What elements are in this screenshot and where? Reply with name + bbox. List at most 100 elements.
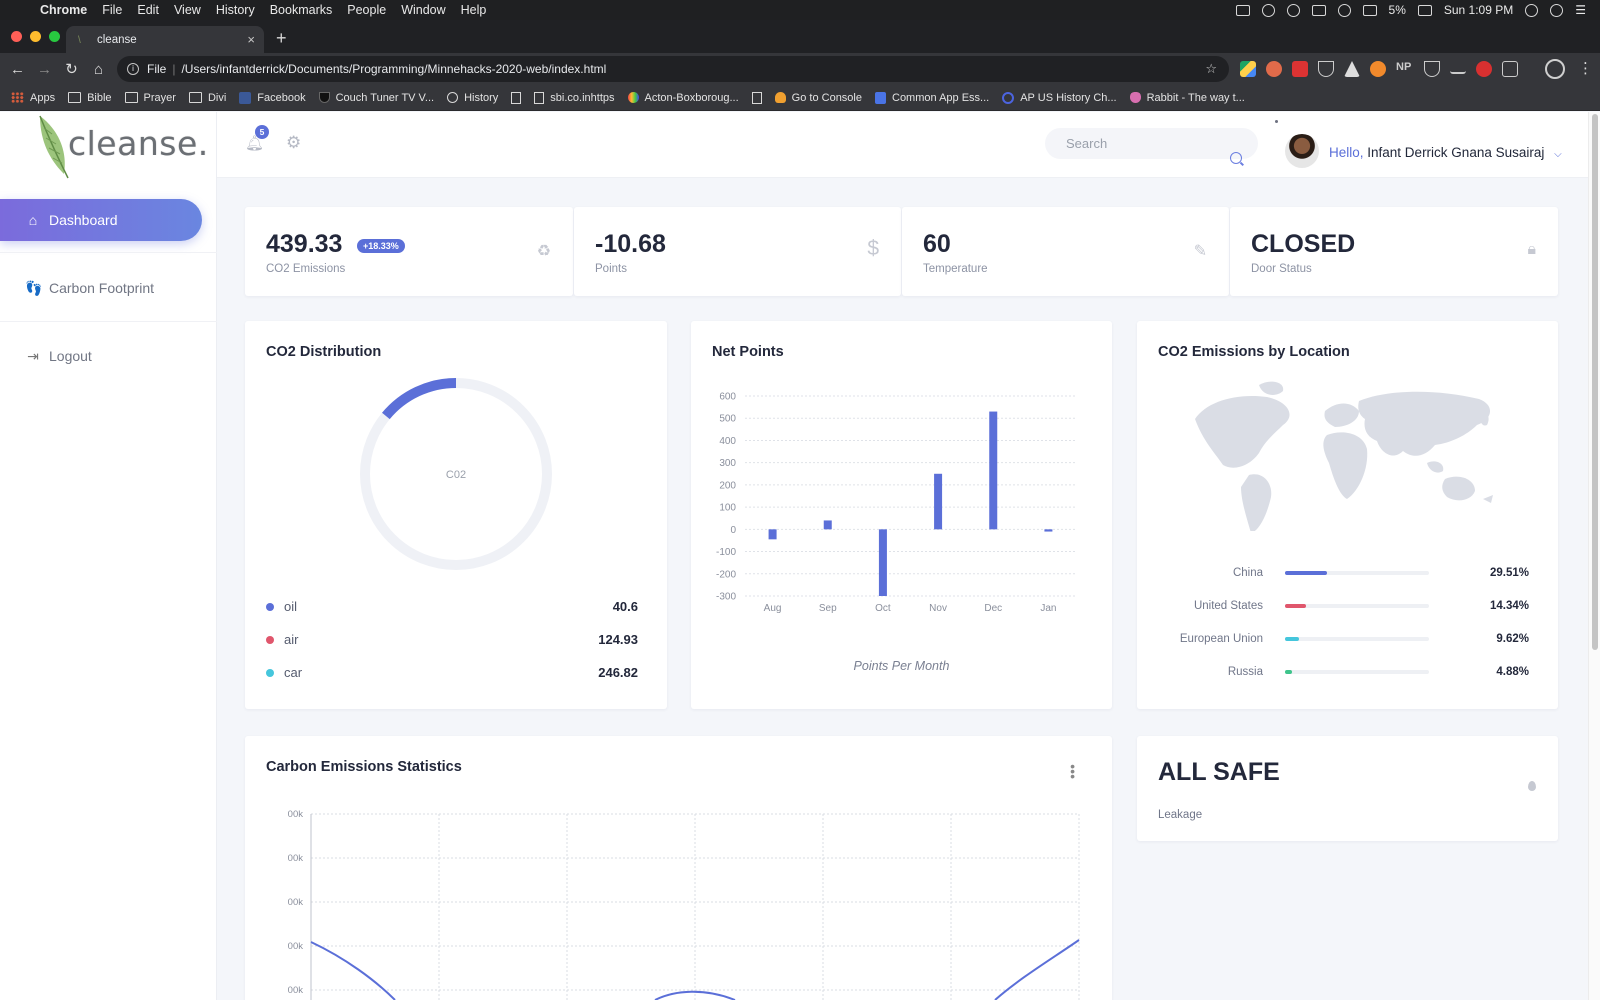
sidebar-item-dashboard[interactable]: ⌂ Dashboard: [0, 199, 202, 241]
close-window-button[interactable]: [11, 31, 22, 42]
rainbow-icon: [627, 92, 639, 103]
status-icon[interactable]: [1286, 3, 1300, 17]
stat-value: -10.68: [595, 230, 666, 258]
x-tick-label: Jan: [1040, 603, 1056, 614]
bookmark-label: Prayer: [143, 91, 176, 104]
bookmark-star-icon[interactable]: ☆: [1205, 61, 1217, 77]
back-button[interactable]: ←: [4, 61, 31, 78]
profile-avatar-icon[interactable]: [1545, 59, 1565, 79]
bookmark-item[interactable]: sbi.co.inhttps: [534, 91, 615, 104]
extension-icon[interactable]: [1450, 64, 1466, 74]
np-extension-icon[interactable]: NP: [1396, 61, 1414, 77]
adblock-extension-icon[interactable]: [1476, 61, 1492, 77]
close-tab-icon[interactable]: ×: [247, 32, 255, 47]
sidebar-item-label: Carbon Footprint: [49, 280, 155, 296]
y-tick-label: 100: [719, 503, 736, 514]
siri-icon[interactable]: [1550, 3, 1564, 17]
battery-percent[interactable]: 5%: [1389, 3, 1406, 17]
volume-icon[interactable]: [1362, 4, 1377, 16]
bookmark-label: Bible: [87, 91, 112, 104]
search-icon[interactable]: [1230, 152, 1242, 164]
notification-center-icon[interactable]: ☰: [1575, 3, 1586, 17]
search-input[interactable]: [1045, 128, 1258, 159]
address-bar[interactable]: i File | /Users/infantderrick/Documents/…: [117, 56, 1229, 82]
reload-button[interactable]: ↻: [58, 60, 85, 78]
shield-extension-icon[interactable]: [1318, 61, 1334, 77]
location-row-china: China 29.51%: [1137, 567, 1550, 579]
donut-arc[interactable]: [382, 378, 457, 420]
avatar[interactable]: [1285, 134, 1319, 168]
extension-icon[interactable]: [1266, 61, 1282, 77]
bookmark-item[interactable]: Acton-Boxboroug...: [627, 92, 739, 104]
legend-dot: [266, 635, 274, 644]
menu-bookmarks[interactable]: Bookmarks: [270, 3, 333, 17]
bookmark-item[interactable]: Rabbit - The way t...: [1129, 92, 1245, 104]
extension-icon[interactable]: [1502, 61, 1518, 77]
menu-app-name[interactable]: Chrome: [40, 3, 87, 17]
bookmark-item[interactable]: Divi: [188, 91, 227, 104]
browser-tab[interactable]: \ cleanse ×: [66, 26, 264, 53]
site-info-icon[interactable]: i: [127, 63, 139, 75]
user-menu[interactable]: Hello, Infant Derrick Gnana Susairaj ⌵: [1329, 145, 1562, 160]
logo[interactable]: cleanse.: [34, 114, 208, 182]
spotlight-icon[interactable]: [1525, 3, 1539, 17]
url-text[interactable]: /Users/infantderrick/Documents/Programmi…: [181, 62, 606, 76]
menu-edit[interactable]: Edit: [137, 3, 159, 17]
bookmark-item[interactable]: Common App Ess...: [875, 91, 989, 104]
zoom-window-button[interactable]: [49, 31, 60, 42]
drive-extension-icon[interactable]: [1240, 61, 1256, 77]
extension-icon[interactable]: [1344, 61, 1360, 77]
bookmark-item[interactable]: Bible: [68, 91, 112, 104]
bar: [1044, 529, 1053, 532]
bookmark-item[interactable]: Facebook: [239, 91, 306, 104]
progress-bar: [1285, 604, 1429, 608]
airplay-icon[interactable]: [1311, 4, 1326, 16]
forward-button[interactable]: →: [31, 61, 58, 78]
bookmark-label: Divi: [207, 91, 227, 104]
notification-badge: 5: [255, 125, 269, 139]
stat-label: Points: [595, 263, 627, 275]
bookmark-item[interactable]: Apps: [11, 92, 55, 104]
progress-bar: [1285, 571, 1429, 575]
logout-icon: ⇥: [27, 348, 39, 364]
sidebar-item-carbon-footprint[interactable]: 👣 Carbon Footprint: [0, 278, 154, 298]
leaf-favicon-icon: \: [78, 34, 81, 46]
clock[interactable]: Sun 1:09 PM: [1444, 3, 1513, 17]
battery-icon[interactable]: [1417, 4, 1432, 16]
menu-history[interactable]: History: [216, 3, 255, 17]
home-button[interactable]: ⌂: [85, 61, 112, 78]
menu-view[interactable]: View: [174, 3, 201, 17]
bookmark-item[interactable]: [751, 91, 762, 104]
menu-window[interactable]: Window: [401, 3, 445, 17]
stat-card-temperature: 60 Temperature ✎: [902, 207, 1229, 296]
extension-icon[interactable]: [1292, 61, 1308, 77]
shield-extension-icon[interactable]: [1424, 61, 1440, 77]
bookmark-item[interactable]: [511, 91, 522, 104]
country-percent: 9.62%: [1496, 633, 1529, 645]
bookmark-item[interactable]: Prayer: [124, 91, 176, 104]
minimize-window-button[interactable]: [30, 31, 41, 42]
sidebar-item-logout[interactable]: ⇥ Logout: [0, 346, 92, 366]
bookmark-item[interactable]: AP US History Ch...: [1002, 91, 1117, 104]
status-icon[interactable]: [1235, 4, 1250, 16]
status-icon[interactable]: [1261, 3, 1275, 17]
scrollbar-thumb[interactable]: [1592, 114, 1598, 650]
menu-help[interactable]: Help: [461, 3, 487, 17]
page-scrollbar[interactable]: [1588, 112, 1600, 1000]
new-tab-button[interactable]: +: [276, 28, 287, 49]
sidebar: cleanse. ⌂ Dashboard 👣 Carbon Footprint …: [0, 112, 217, 1000]
doc-icon: [751, 91, 762, 104]
wifi-icon[interactable]: [1337, 3, 1351, 17]
menu-file[interactable]: File: [102, 3, 122, 17]
bookmark-item[interactable]: Go to Console: [774, 92, 862, 104]
more-options-icon[interactable]: • • •: [1070, 759, 1075, 783]
browser-menu-icon[interactable]: ⋮: [1578, 59, 1593, 77]
extension-icon[interactable]: [1370, 61, 1386, 77]
bookmark-item[interactable]: Couch Tuner TV V...: [318, 92, 434, 104]
bar: [768, 529, 777, 540]
gear-icon[interactable]: ⚙: [286, 133, 301, 153]
menu-people[interactable]: People: [347, 3, 386, 17]
y-tick-label: 300: [719, 458, 736, 469]
bookmark-label: Facebook: [257, 91, 306, 104]
bookmark-item[interactable]: History: [447, 92, 498, 104]
